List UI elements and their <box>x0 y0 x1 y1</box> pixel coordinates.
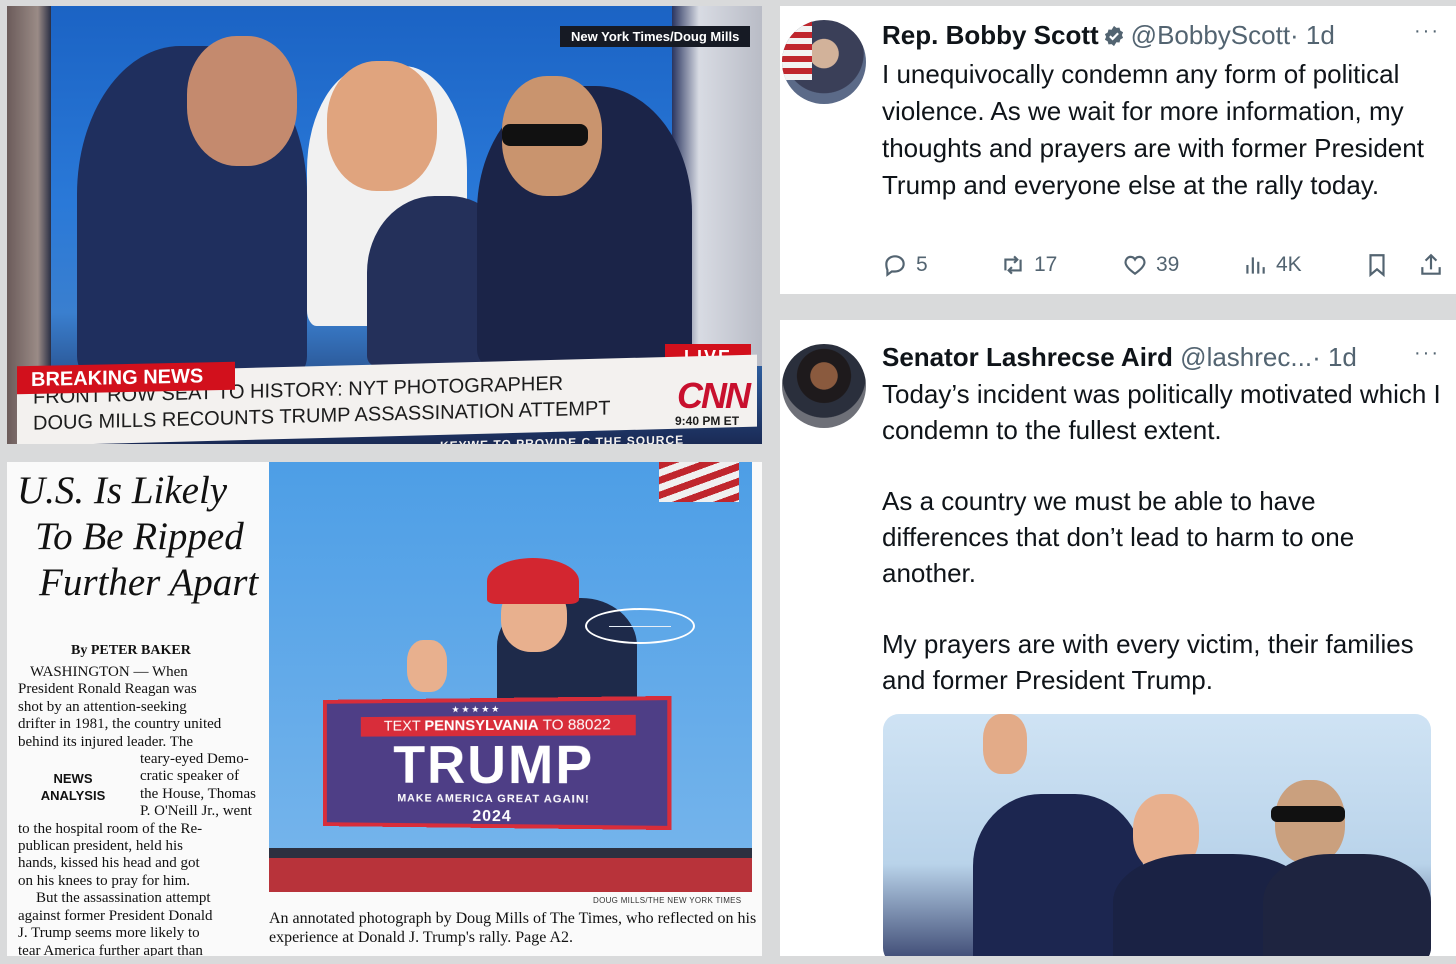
agent-figure-right <box>1263 854 1431 956</box>
body-line: shot by an attention-seeking <box>18 698 187 715</box>
tweet-paragraph: As a country we must be able to have dif… <box>882 486 1355 588</box>
tweet-header: Senator Lashrecse Aird @lashrec...· 1d <box>882 342 1357 373</box>
flag-backdrop <box>782 20 812 80</box>
body-line: to the hospital room of the Re- <box>18 820 203 837</box>
breaking-news-label: BREAKING NEWS <box>17 361 235 395</box>
podium-text-state: PENNSYLVANIA <box>424 716 539 735</box>
share-icon <box>1421 253 1441 275</box>
tweet-header: Rep. Bobby Scott @BobbyScott· 1d <box>882 20 1335 51</box>
podium-text-suffix: TO 88022 <box>538 716 611 734</box>
tweet-text: I unequivocally condemn any form of poli… <box>882 59 1424 200</box>
more-icon[interactable]: ··· <box>1414 20 1440 43</box>
views-button[interactable]: 4K <box>1242 252 1302 278</box>
tweet-time[interactable]: · 1d <box>1312 342 1357 372</box>
body-line: J. Trump seems more likely to <box>18 925 200 942</box>
body-line: President Ronald Reagan was <box>18 681 197 698</box>
podium-slogan: MAKE AMERICA GREAT AGAIN! <box>397 792 590 806</box>
avatar[interactable] <box>782 344 866 428</box>
photo-credit: DOUG MILLS/THE NEW YORK TIMES <box>593 896 742 905</box>
body-line: tear America further apart than <box>18 942 203 957</box>
tweet-time[interactable]: · 1d <box>1290 20 1335 50</box>
headline-line-3: Further Apart <box>39 561 259 604</box>
agent-head-left <box>187 36 297 166</box>
body-line: against former President Donald <box>18 907 213 924</box>
bookmark-icon <box>1369 254 1385 278</box>
podium-text-prefix: TEXT <box>383 717 425 735</box>
campaign-podium: ★★★★★ TEXT PENNSYLVANIA TO 88022 TRUMP M… <box>323 695 672 831</box>
author-handle[interactable]: @lashrec... <box>1180 342 1312 372</box>
views-count: 4K <box>1276 253 1302 276</box>
article-body: WASHINGTON — When President Ronald Reaga… <box>18 664 256 957</box>
like-count: 39 <box>1156 253 1180 276</box>
tweet-card[interactable]: Senator Lashrecse Aird @lashrec...· 1d ·… <box>780 320 1456 956</box>
tweet-actions: 5 17 39 4K <box>882 252 1442 282</box>
bleachers-strip <box>269 858 752 892</box>
body-line: publican president, held his <box>18 838 183 855</box>
body-line: hands, kissed his head and got <box>18 855 200 872</box>
flag-corner <box>659 462 739 502</box>
red-cap <box>487 558 579 604</box>
repost-count: 17 <box>1034 253 1058 276</box>
raised-fist <box>983 714 1027 774</box>
like-button[interactable]: 39 <box>1122 252 1179 278</box>
repost-button[interactable]: 17 <box>1000 252 1057 278</box>
repost-icon <box>1004 255 1022 275</box>
views-icon <box>1246 257 1265 274</box>
body-line: on his knees to pray for him. <box>18 872 191 889</box>
body-line: P. O'Neill Jr., went <box>140 803 252 820</box>
bullet-trail <box>609 626 671 627</box>
tweet-paragraph: My prayers are with every victim, their … <box>882 629 1414 695</box>
tweet-paragraph: Today’s incident was politically motivat… <box>882 379 1441 445</box>
tv-broadcast-panel: New York Times/Doug Mills LIVE FRONT ROW… <box>7 6 762 444</box>
like-icon <box>1124 255 1146 275</box>
podium-stars: ★★★★★ <box>451 703 502 715</box>
bookmark-button[interactable] <box>1364 252 1390 278</box>
podium-year: 2024 <box>472 807 512 826</box>
body-line: teary-eyed Demo- <box>140 751 249 768</box>
podium-name: TRUMP <box>393 734 595 796</box>
reply-icon <box>885 255 905 277</box>
author-name[interactable]: Senator Lashrecse Aird <box>882 342 1173 372</box>
photo-credit-label: New York Times/Doug Mills <box>560 26 751 47</box>
reply-count: 5 <box>916 253 928 276</box>
agent-sunglasses <box>502 124 588 146</box>
photo-caption: An annotated photograph by Doug Mills of… <box>269 910 757 946</box>
broadcast-time: 9:40 PM ET <box>675 414 740 428</box>
tweet-text: Today’s incident was politically motivat… <box>882 376 1442 733</box>
tweet-card[interactable]: Rep. Bobby Scott @BobbyScott· 1d ··· I un… <box>780 6 1456 294</box>
headline-line-2: To Be Ripped <box>35 515 244 558</box>
body-line: WASHINGTON — When <box>30 664 188 680</box>
trump-head <box>327 61 437 191</box>
agent-head-right <box>1275 780 1345 864</box>
headline-line-1: U.S. Is Likely <box>17 469 228 512</box>
body-line: behind its injured leader. The <box>18 733 194 750</box>
body-line: the House, Thomas <box>140 785 256 802</box>
more-icon[interactable]: ··· <box>1414 342 1440 365</box>
cnn-logo: CNN <box>677 375 751 416</box>
author-handle[interactable]: @BobbyScott <box>1131 20 1290 50</box>
article-byline: By PETER BAKER <box>71 643 191 658</box>
avatar[interactable] <box>782 20 866 104</box>
body-line: But the assassination attempt <box>36 890 211 907</box>
author-name[interactable]: Rep. Bobby Scott <box>882 20 1099 50</box>
tweet-media-photo[interactable] <box>883 714 1431 956</box>
reply-button[interactable]: 5 <box>882 252 928 278</box>
share-button[interactable] <box>1418 252 1444 278</box>
body-line: drifter in 1981, the country united <box>18 716 222 733</box>
article-headline: U.S. Is Likely To Be Ripped Further Apar… <box>17 468 267 606</box>
newspaper-panel: U.S. Is Likely To Be Ripped Further Apar… <box>7 462 762 956</box>
body-line: cratic speaker of <box>140 768 240 785</box>
verified-icon <box>1104 25 1123 47</box>
raised-hand <box>407 640 447 692</box>
rally-photo: ★★★★★ TEXT PENNSYLVANIA TO 88022 TRUMP M… <box>269 462 752 892</box>
agent-sunglasses <box>1271 806 1345 822</box>
